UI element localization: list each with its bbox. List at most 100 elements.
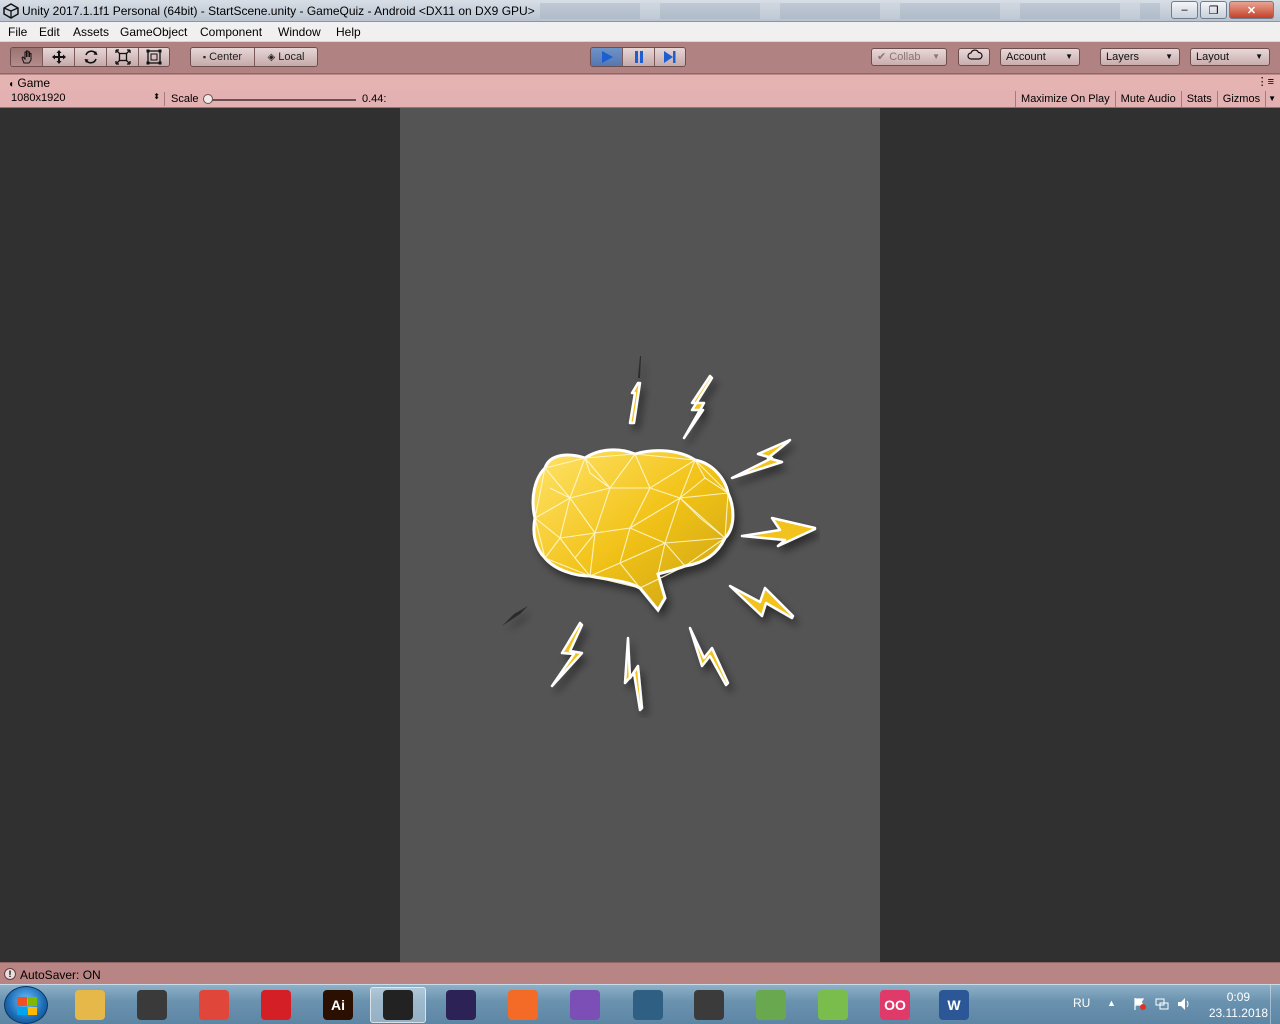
lightning-bolt-icon xyxy=(688,626,730,687)
warning-icon: ! xyxy=(4,968,16,980)
minimize-icon: – xyxy=(1181,4,1188,16)
dropdown-arrow-icon: ▼ xyxy=(1065,52,1073,61)
taskbar-app-word[interactable]: W xyxy=(926,987,982,1023)
taskbar-app-opera[interactable] xyxy=(248,987,304,1023)
menu-component[interactable]: Component xyxy=(200,25,262,39)
move-icon xyxy=(51,50,66,64)
flag-alert-icon[interactable] xyxy=(1133,997,1147,1011)
maximize-on-play-toggle[interactable]: Maximize On Play xyxy=(1015,91,1115,107)
taskbar-app-unity[interactable] xyxy=(370,987,426,1023)
lightning-bolt-icon xyxy=(730,438,792,480)
windows-logo-icon xyxy=(17,997,37,1015)
scale-slider-thumb[interactable] xyxy=(203,94,213,104)
rect-icon xyxy=(146,49,162,65)
pause-button[interactable] xyxy=(623,48,655,66)
account-label: Account xyxy=(1006,51,1046,63)
flickr-like-icon: OO xyxy=(880,990,910,1020)
start-button[interactable] xyxy=(4,986,48,1024)
layout-dropdown[interactable]: Layout ▼ xyxy=(1190,48,1270,66)
taskbar-app-chrome[interactable] xyxy=(186,987,242,1023)
pivot-mode-button[interactable]: ▪ Center xyxy=(191,48,255,66)
close-icon: ✕ xyxy=(1246,4,1257,17)
close-button[interactable]: ✕ xyxy=(1229,1,1274,19)
scale-slider-track[interactable] xyxy=(206,99,356,101)
taskbar-app-file-explorer[interactable] xyxy=(62,987,118,1023)
taskbar-app-wifi-app[interactable] xyxy=(743,987,799,1023)
menu-file[interactable]: File xyxy=(8,25,27,39)
tab-game[interactable]: ◖ Game xyxy=(8,76,50,90)
main-toolbar: ▪ Center ◈ Local ✔ Collab ▼ Account ▼ La… xyxy=(0,42,1280,74)
pivot-rotation-button[interactable]: ◈ Local xyxy=(255,48,317,66)
taskbar-app-mysql-workbench[interactable] xyxy=(620,987,676,1023)
layers-dropdown[interactable]: Layers ▼ xyxy=(1100,48,1180,66)
taskbar-app-aimp[interactable] xyxy=(124,987,180,1023)
collab-label: Collab xyxy=(889,51,921,63)
hand-tool-button[interactable] xyxy=(11,48,43,66)
mute-audio-toggle[interactable]: Mute Audio xyxy=(1114,91,1181,107)
play-icon xyxy=(601,51,613,63)
game-view[interactable] xyxy=(0,108,1280,962)
taskbar-app-sublime[interactable] xyxy=(495,987,551,1023)
dropdown-arrow-icon: ▼ xyxy=(932,52,940,61)
chrome-icon xyxy=(199,990,229,1020)
taskbar-app-world-of-tanks[interactable] xyxy=(681,987,737,1023)
brain-lightning-illustration xyxy=(502,356,817,712)
dropdown-arrow-icon: ▼ xyxy=(1165,52,1173,61)
stats-toggle[interactable]: Stats xyxy=(1180,91,1217,107)
rotate-tool-button[interactable] xyxy=(75,48,107,66)
scale-tool-button[interactable] xyxy=(107,48,139,66)
scale-label: Scale xyxy=(171,93,199,105)
maximize-button[interactable]: ❐ xyxy=(1200,1,1227,19)
system-clock[interactable]: 0:09 23.11.2018 xyxy=(1209,989,1268,1021)
gizmos-arrow-icon[interactable]: ▼ xyxy=(1265,91,1278,107)
visual-studio-icon xyxy=(570,990,600,1020)
taskbar-app-eclipse[interactable] xyxy=(433,987,489,1023)
menu-assets[interactable]: Assets xyxy=(73,25,109,39)
transform-tools xyxy=(10,47,170,67)
lightning-bolt-icon xyxy=(550,621,584,688)
network-icon[interactable] xyxy=(1155,997,1169,1011)
step-button[interactable] xyxy=(655,48,685,66)
gizmos-dropdown[interactable]: Gizmos xyxy=(1216,91,1265,107)
taskbar-app-illustrator[interactable]: Ai xyxy=(310,987,366,1023)
lightning-bolt-icon xyxy=(728,584,795,620)
language-indicator[interactable]: RU xyxy=(1073,996,1090,1010)
collab-dropdown[interactable]: ✔ Collab ▼ xyxy=(871,48,947,66)
pivot-rotation-label: Local xyxy=(278,51,305,63)
volume-icon[interactable] xyxy=(1177,997,1191,1011)
taskbar-app-android-studio[interactable] xyxy=(805,987,861,1023)
resolution-dropdown[interactable]: 1080x1920 ⬍ xyxy=(5,92,165,106)
taskbar-app-visual-studio[interactable] xyxy=(557,987,613,1023)
show-hidden-icons-icon[interactable]: ▲ xyxy=(1107,998,1116,1008)
rect-tool-button[interactable] xyxy=(139,48,169,66)
pivot-center-icon: ▪ xyxy=(202,52,207,62)
account-dropdown[interactable]: Account ▼ xyxy=(1000,48,1080,66)
menu-help[interactable]: Help xyxy=(336,25,361,39)
menu-bar: File Edit Assets GameObject Component Wi… xyxy=(0,22,1280,42)
pivot-mode-label: Center xyxy=(209,51,243,63)
play-button[interactable] xyxy=(591,48,623,66)
tab-menu-icon[interactable]: ⋮≡ xyxy=(1257,75,1274,88)
rotate-icon xyxy=(84,50,97,64)
system-tray: RU ▲ 0:09 23.11.2018 xyxy=(1045,985,1280,1024)
menu-gameobject[interactable]: GameObject xyxy=(120,25,187,39)
opera-icon xyxy=(261,990,291,1020)
windows-taskbar: Ai OO W RU ▲ 0:09 23.11.2018 xyxy=(0,984,1280,1024)
clock-date: 23.11.2018 xyxy=(1208,1006,1268,1020)
menu-window[interactable]: Window xyxy=(278,25,321,39)
show-desktop-button[interactable] xyxy=(1270,985,1280,1024)
taskbar-app-flickr-like[interactable]: OO xyxy=(867,987,923,1023)
cloud-button[interactable] xyxy=(958,48,990,66)
unity-logo-icon xyxy=(3,3,19,19)
world-of-tanks-icon xyxy=(694,990,724,1020)
lightning-bolt-icon xyxy=(502,606,528,626)
minimize-button[interactable]: – xyxy=(1171,1,1198,19)
layers-label: Layers xyxy=(1106,51,1140,63)
pivot-toggles: ▪ Center ◈ Local xyxy=(190,47,318,67)
game-canvas[interactable] xyxy=(400,108,880,962)
menu-edit[interactable]: Edit xyxy=(39,25,60,39)
play-controls xyxy=(590,47,686,67)
status-message: AutoSaver: ON xyxy=(20,968,101,982)
move-tool-button[interactable] xyxy=(43,48,75,66)
cube-icon: ◈ xyxy=(267,51,276,63)
